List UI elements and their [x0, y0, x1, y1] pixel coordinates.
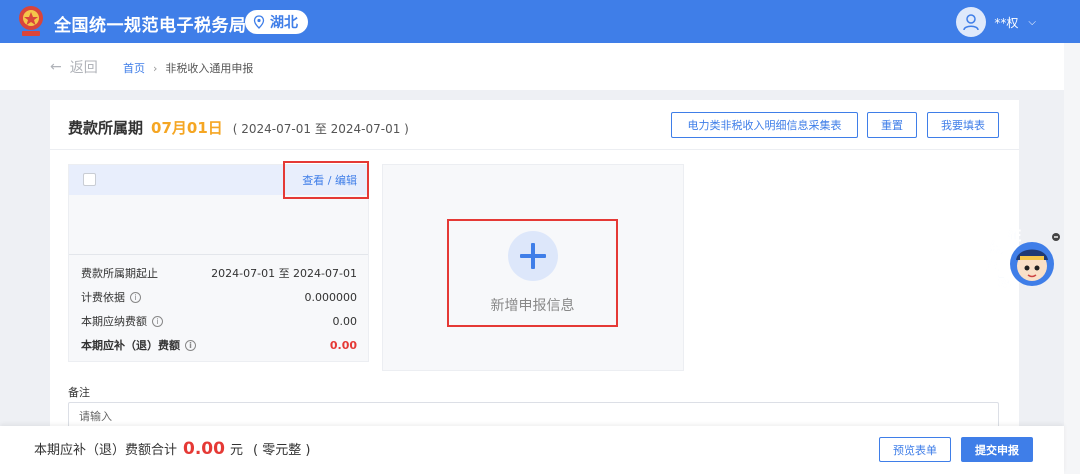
card-row-value: 0.000000: [304, 290, 358, 304]
mascot-char: 纳: [990, 240, 1003, 256]
card-row-basis: 计费依据 i 0.000000: [81, 289, 357, 305]
plus-icon: [507, 231, 558, 281]
card-row-value: 0.00: [332, 314, 358, 328]
card-row-period: 费款所属期起止 2024-07-01 至 2024-07-01: [81, 265, 357, 281]
submit-declaration-button[interactable]: 提交申报: [961, 437, 1033, 462]
remark-label: 备注: [68, 386, 90, 399]
breadcrumb-current: 非税收入通用申报: [165, 62, 254, 75]
period-header: 费款所属期 07月01日 ( 2024-07-01 至 2024-07-01 ): [68, 117, 409, 138]
mascot-char: 动: [998, 275, 1011, 290]
card-row-label: 计费依据: [81, 291, 125, 304]
card-header: 查看 / 编辑: [69, 161, 369, 199]
collect-info-button[interactable]: 电力类非税收入明细信息采集表: [671, 112, 858, 138]
period-label: 费款所属期: [68, 119, 144, 137]
user-menu[interactable]: **权 ⌵: [956, 7, 1036, 37]
card-row-value: 0.00: [329, 338, 357, 352]
fill-form-button[interactable]: 我要填表: [927, 112, 999, 138]
period-date: 07月01日: [151, 119, 223, 137]
card-row-label: 费款所属期起止: [81, 267, 158, 280]
header-divider: [50, 149, 1019, 150]
user-icon: [963, 14, 980, 31]
period-range: ( 2024-07-01 至 2024-07-01 ): [232, 122, 409, 136]
total-amount: 0.00: [183, 439, 225, 459]
region-selector[interactable]: 湖北: [245, 10, 308, 34]
info-icon[interactable]: i: [152, 315, 163, 327]
card-divider: [69, 254, 368, 255]
arrow-left-icon: ←: [50, 59, 62, 75]
breadcrumb-home-link[interactable]: 首页: [123, 60, 145, 76]
avatar: [956, 7, 987, 37]
chevron-down-icon: ⌵: [1028, 16, 1036, 28]
card-row-value: 2024-07-01 至 2024-07-01: [211, 267, 357, 280]
footer-bar: 本期应补（退）费额合计 0.00 元 ( 零元整 ) 预览表单 提交申报: [0, 426, 1064, 474]
mascot-char: 征: [1008, 228, 1021, 244]
tax-emblem-icon: [19, 6, 43, 36]
amount-in-words: ( 零元整 ): [252, 443, 311, 458]
card-select-checkbox[interactable]: [83, 173, 96, 186]
app-title: 全国统一规范电子税务局: [54, 16, 247, 36]
declaration-card: 查看 / 编辑 费款所属期起止 2024-07-01 至 2024-07-01 …: [68, 161, 369, 362]
info-icon[interactable]: i: [130, 291, 141, 303]
region-name: 湖北: [270, 15, 298, 31]
breadcrumb: 首页 › 非税收入通用申报: [123, 60, 253, 76]
top-navigation-bar: 全国统一规范电子税务局 湖北 **权 ⌵: [0, 0, 1080, 43]
total-label: 本期应补（退）费额合计: [34, 443, 178, 458]
preview-form-button[interactable]: 预览表单: [879, 437, 951, 462]
view-edit-link[interactable]: 查看 / 编辑: [283, 161, 369, 199]
card-row-payable: 本期应纳费额 i 0.00: [81, 313, 357, 329]
breadcrumb-bar: ← 返回 首页 › 非税收入通用申报: [0, 43, 1064, 90]
card-row-label: 本期应纳费额: [81, 315, 147, 328]
user-name: **权: [994, 15, 1019, 30]
add-declaration-card[interactable]: 新增申报信息: [382, 164, 684, 371]
card-row-refund: 本期应补（退）费额 i 0.00: [81, 337, 357, 353]
total-unit: 元: [229, 443, 243, 458]
add-declaration-button[interactable]: 新增申报信息: [447, 219, 618, 327]
back-label: 返回: [69, 60, 98, 76]
back-button[interactable]: ← 返回: [50, 57, 98, 77]
info-icon[interactable]: i: [185, 339, 196, 351]
location-pin-icon: [253, 15, 265, 29]
vertical-scrollbar[interactable]: [1064, 43, 1080, 474]
breadcrumb-separator: ›: [153, 61, 158, 75]
reset-button[interactable]: 重置: [867, 112, 917, 138]
declaration-panel: 费款所属期 07月01日 ( 2024-07-01 至 2024-07-01 )…: [50, 100, 1019, 430]
total-summary: 本期应补（退）费额合计 0.00 元 ( 零元整 ): [34, 439, 310, 459]
add-declaration-label: 新增申报信息: [490, 298, 575, 314]
card-row-label: 本期应补（退）费额: [81, 339, 180, 352]
mascot-char: 互: [986, 259, 999, 274]
mascot-icon[interactable]: 征 纳 互 动: [980, 228, 1060, 294]
